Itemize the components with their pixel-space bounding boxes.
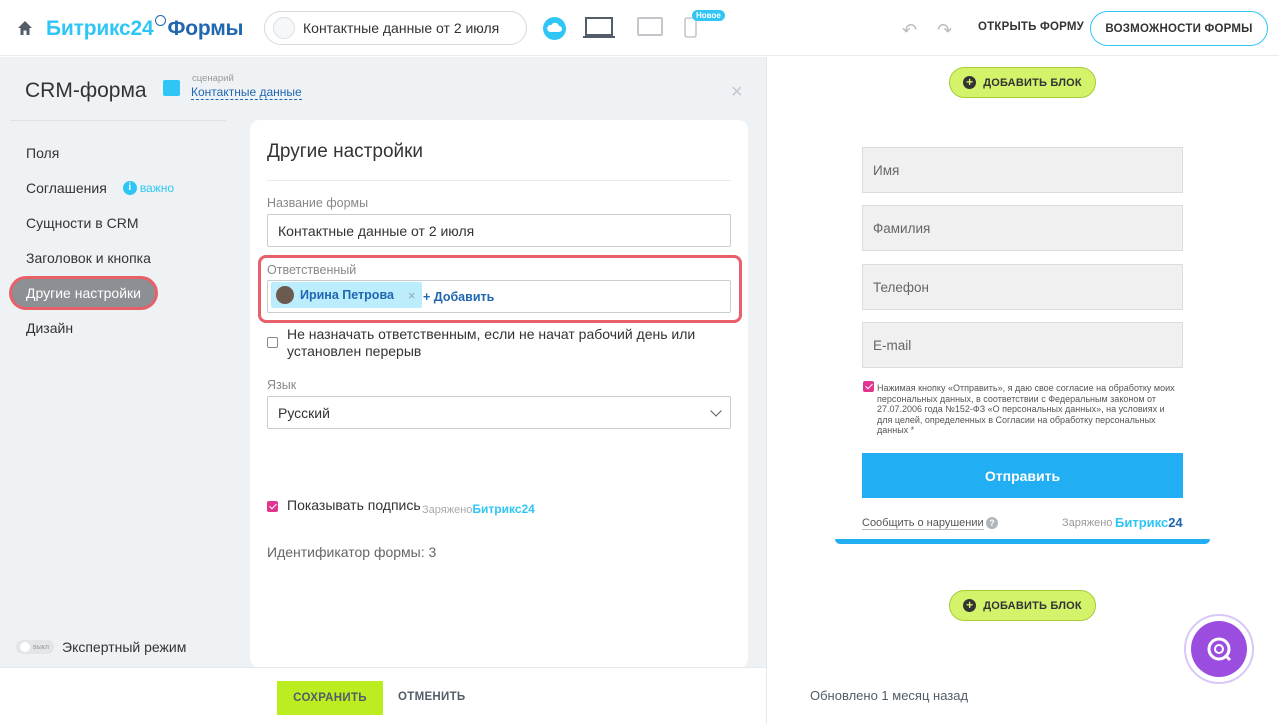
assistant-icon xyxy=(1191,621,1247,677)
remove-tag-icon[interactable]: × xyxy=(408,288,416,303)
sidebar-item-design[interactable]: Дизайн xyxy=(10,310,220,345)
language-label: Язык xyxy=(267,378,297,392)
scenario-link[interactable]: Контактные данные xyxy=(191,85,302,100)
form-name-label: Название формы xyxy=(267,196,369,210)
preview-b24-logo: Битрикс24 xyxy=(1115,515,1183,530)
preview-form-bottom-border xyxy=(835,539,1210,544)
form-id: Идентификатор формы: 3 xyxy=(267,544,437,560)
cancel-button[interactable]: ОТМЕНИТЬ xyxy=(398,691,465,703)
expert-mode-toggle[interactable]: выкл xyxy=(16,640,54,654)
responsible-label: Ответственный xyxy=(267,263,357,277)
preview-field-last-name[interactable]: Фамилия xyxy=(862,205,1183,251)
add-block-button-bottom[interactable]: + ДОБАВИТЬ БЛОК xyxy=(949,590,1096,621)
new-badge: Новое xyxy=(692,10,725,21)
sidebar-item-crm-entities[interactable]: Сущности в CRM xyxy=(10,205,220,240)
card-title: Другие настройки xyxy=(267,141,424,162)
bottom-bar: СОХРАНИТЬ ОТМЕНИТЬ xyxy=(0,667,766,724)
show-sign-label: Показывать подпись xyxy=(287,497,421,513)
responsible-tag: Ирина Петрова × xyxy=(271,282,422,308)
redo-icon[interactable]: ↷ xyxy=(937,20,952,41)
sidebar-item-other-settings[interactable]: Другие настройки xyxy=(10,275,220,310)
scenario-caption: сценарий xyxy=(192,73,234,84)
expert-mode: выкл Экспертный режим xyxy=(16,639,186,655)
tablet-icon[interactable] xyxy=(637,17,663,37)
settings-card: Другие настройки Название формы Контактн… xyxy=(250,120,748,668)
sidebar-item-fields[interactable]: Поля xyxy=(10,135,220,170)
laptop-icon[interactable] xyxy=(582,16,616,40)
add-block-button-top[interactable]: + ДОБАВИТЬ БЛОК xyxy=(949,67,1096,98)
important-badge: важно xyxy=(139,180,175,195)
info-icon: i xyxy=(122,180,137,195)
settings-panel: CRM-форма сценарий Контактные данные × П… xyxy=(0,57,766,724)
save-button[interactable]: СОХРАНИТЬ xyxy=(277,681,383,715)
scenario-icon xyxy=(163,80,180,96)
cloud-icon[interactable] xyxy=(543,17,566,40)
menu-divider xyxy=(10,120,226,121)
expert-mode-label: Экспертный режим xyxy=(62,639,187,655)
undo-icon[interactable]: ↶ xyxy=(902,20,917,41)
form-selector[interactable]: Контактные данные от 2 июля xyxy=(264,11,527,45)
panel-title: CRM-форма xyxy=(25,79,147,102)
language-select[interactable]: Русский xyxy=(267,396,731,429)
chevron-down-icon xyxy=(710,405,722,417)
add-responsible-link[interactable]: + Добавить xyxy=(423,290,494,304)
close-icon[interactable]: × xyxy=(731,81,743,104)
sidebar-item-header-button[interactable]: Заголовок и кнопка xyxy=(10,240,220,275)
report-abuse-link[interactable]: Сообщить о нарушении xyxy=(862,517,984,530)
preview-field-first-name[interactable]: Имя xyxy=(862,147,1183,193)
show-sign-checkbox[interactable] xyxy=(267,501,278,512)
app-logo[interactable]: Битрикс24 Формы xyxy=(46,15,243,41)
sidebar-menu: Поля Соглашения i важно Сущности в CRM Заг… xyxy=(10,135,220,345)
sidebar-item-agreements[interactable]: Соглашения i важно xyxy=(10,170,220,205)
clock-icon xyxy=(154,15,166,26)
no-assign-text: Не назначать ответственным, если не нача… xyxy=(287,326,696,342)
preview-send-button[interactable]: Отправить xyxy=(862,453,1183,498)
open-form-link[interactable]: ОТКРЫТЬ ФОРМУ xyxy=(978,21,1084,33)
preview-consent-checkbox[interactable] xyxy=(863,381,874,392)
plus-icon: + xyxy=(963,599,977,612)
no-assign-text-2: установлен перерыв xyxy=(287,343,422,359)
card-divider xyxy=(267,180,731,181)
home-icon[interactable] xyxy=(16,19,34,37)
plus-icon: + xyxy=(963,76,977,89)
no-assign-checkbox[interactable] xyxy=(267,337,278,348)
form-capabilities-button[interactable]: ВОЗМОЖНОСТИ ФОРМЫ xyxy=(1090,11,1268,46)
help-icon[interactable]: ? xyxy=(986,517,998,529)
avatar xyxy=(276,286,294,304)
preview-field-phone[interactable]: Телефон xyxy=(862,264,1183,310)
form-thumbnail-icon xyxy=(273,17,295,39)
form-name-input[interactable]: Контактные данные от 2 июля xyxy=(267,214,731,247)
preview-field-email[interactable]: E-mail xyxy=(862,322,1183,368)
preview-charged: Заряжено xyxy=(1062,517,1113,529)
updated-status: Обновлено 1 месяц назад xyxy=(810,688,969,703)
form-selector-label: Контактные данные от 2 июля xyxy=(303,20,500,36)
charged-by: ЗаряженоБитрикс24 xyxy=(422,502,535,516)
assistant-button[interactable] xyxy=(1184,614,1254,684)
preview-consent-text: Нажимая кнопку «Отправить», я даю свое с… xyxy=(877,383,1175,435)
panel-divider xyxy=(766,57,767,724)
top-bar: Битрикс24 Формы Контактные данные от 2 ию… xyxy=(0,0,1279,56)
